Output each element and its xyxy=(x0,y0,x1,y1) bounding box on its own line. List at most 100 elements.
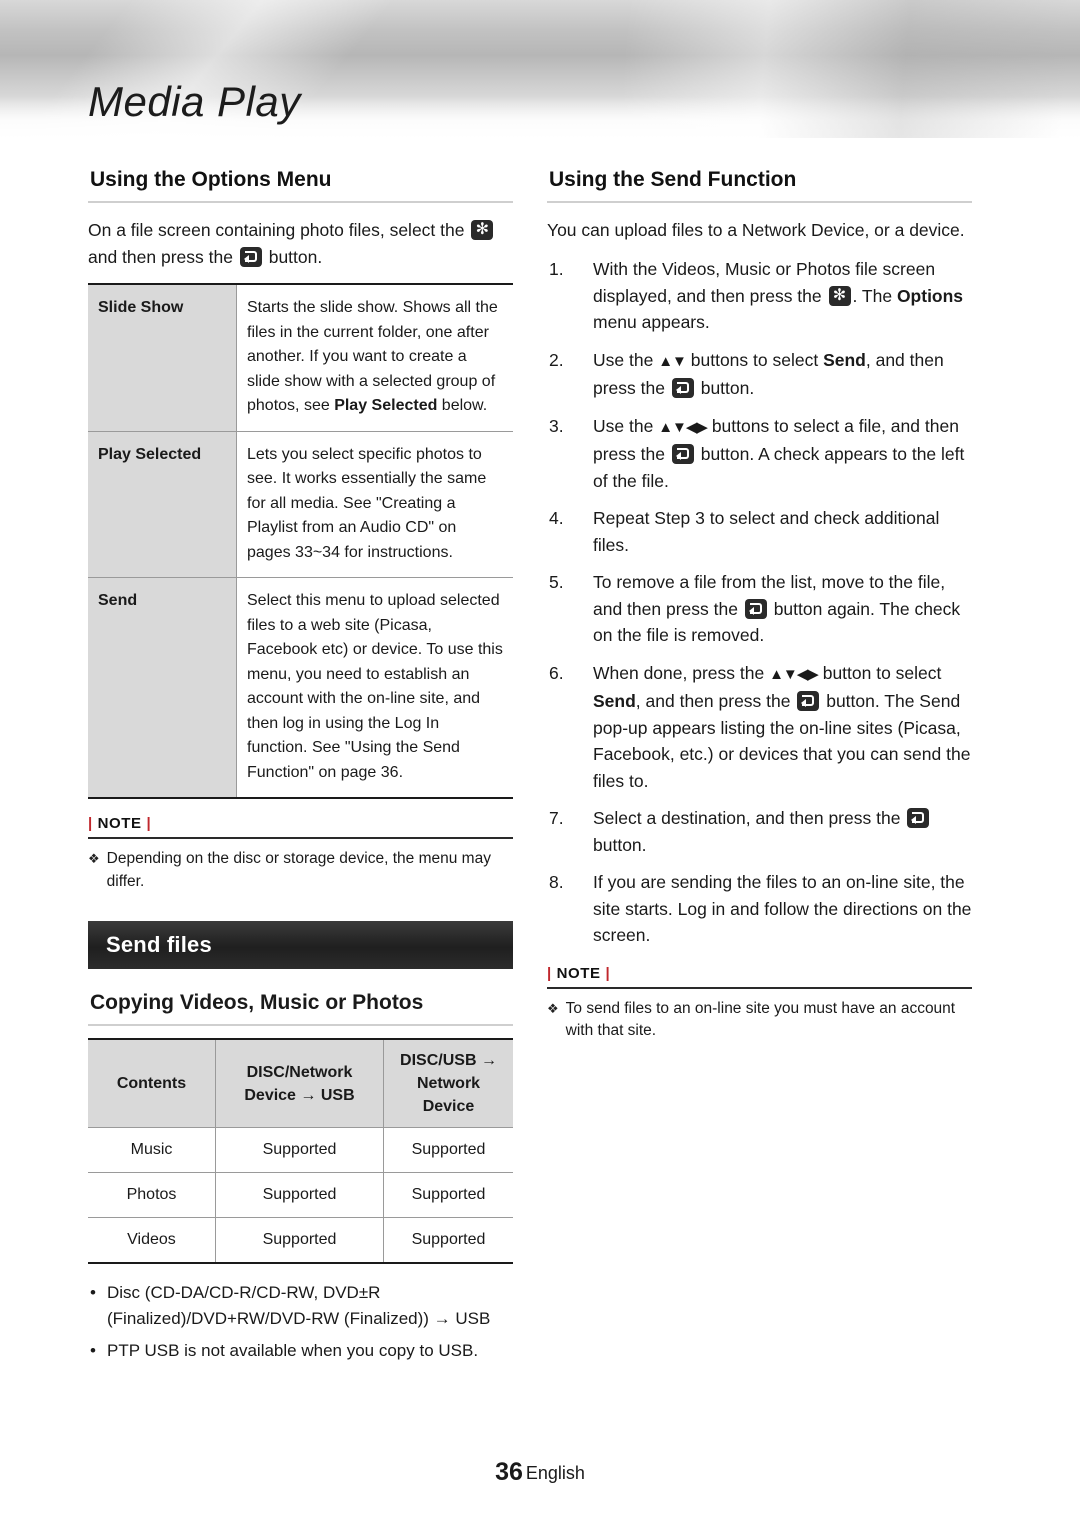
option-desc-slide-show: Starts the slide show. Shows all the fil… xyxy=(236,284,513,432)
table-row: Photos Supported Supported xyxy=(88,1172,513,1218)
options-menu-intro: On a file screen containing photo files,… xyxy=(88,217,513,271)
step-number: 8. xyxy=(549,872,564,892)
tools-button-icon xyxy=(471,219,494,241)
note-item: ❖ Depending on the disc or storage devic… xyxy=(88,848,513,893)
step-2-text-d: button. xyxy=(695,378,755,398)
option-desc-play-selected: Lets you select specific photos to see. … xyxy=(236,431,513,578)
section-title-copying: Copying Videos, Music or Photos xyxy=(88,991,513,1026)
list-item: 1. With the Videos, Music or Photos file… xyxy=(547,256,972,336)
list-item: Disc (CD-DA/CD-R/CD-RW, DVD±R (Finalized… xyxy=(88,1280,513,1332)
header-contents: Contents xyxy=(88,1039,216,1128)
cell-photos-to-network: Supported xyxy=(383,1172,513,1218)
cell-music-to-network: Supported xyxy=(383,1127,513,1173)
chapter-title: Media Play xyxy=(88,78,301,125)
cell-photos-label: Photos xyxy=(88,1172,216,1218)
header-contents-line1: Contents xyxy=(116,1075,187,1092)
note-heading: | NOTE | xyxy=(88,815,513,839)
header-disc-network-to-usb: DISC/Network Device → USB xyxy=(215,1039,384,1128)
header-col2-line1: DISC/Network xyxy=(246,1063,353,1081)
table-row: Videos Supported Supported xyxy=(88,1217,513,1263)
step-number: 7. xyxy=(549,808,564,828)
updown-arrows-icon: ▲▼ xyxy=(658,352,687,370)
note-label: NOTE xyxy=(97,815,142,832)
table-row: Play Selected Lets you select specific p… xyxy=(88,431,513,578)
list-item: 5. To remove a file from the list, move … xyxy=(547,569,972,649)
step-number: 4. xyxy=(549,508,564,528)
page-header-band: Media Play xyxy=(0,0,1080,138)
step-3-text-a: Use the xyxy=(593,415,659,436)
step-number: 1. xyxy=(549,259,564,279)
enter-button-icon xyxy=(671,378,694,398)
send-files-banner: Send files xyxy=(88,921,513,969)
step-2-text-b: buttons to select xyxy=(685,349,824,370)
copying-bullet-list: Disc (CD-DA/CD-R/CD-RW, DVD±R (Finalized… xyxy=(88,1280,513,1364)
note-block-left: | NOTE | ❖ Depending on the disc or stor… xyxy=(88,815,513,893)
option-name-play-selected: Play Selected xyxy=(88,431,237,578)
options-intro-part-a: On a file screen containing photo files,… xyxy=(88,220,465,240)
option-desc-send: Select this menu to upload selected file… xyxy=(236,577,513,798)
note-bar-left: | xyxy=(547,964,552,982)
list-item: 8. If you are sending the files to an on… xyxy=(547,869,972,949)
list-item: PTP USB is not available when you copy t… xyxy=(88,1338,513,1364)
step-7-text-a: Select a destination, and then press the xyxy=(593,808,906,828)
direction-arrows-icon: ▲▼◀▶ xyxy=(658,418,708,436)
list-item: 6. When done, press the ▲▼◀▶ button to s… xyxy=(547,660,972,795)
option-name-slide-show: Slide Show xyxy=(88,284,237,432)
step-number: 6. xyxy=(549,662,564,683)
enter-button-icon xyxy=(744,598,767,619)
section-title-send-function: Using the Send Function xyxy=(547,168,972,203)
step-2-text-a: Use the xyxy=(593,349,659,370)
direction-arrows-icon: ▲▼◀▶ xyxy=(769,665,819,683)
cell-videos-label: Videos xyxy=(88,1217,216,1263)
enter-button-icon xyxy=(797,691,820,711)
enter-button-icon xyxy=(239,247,262,267)
left-column: Using the Options Menu On a file screen … xyxy=(88,168,513,1370)
note-item: ❖ To send files to an on-line site you m… xyxy=(547,998,972,1043)
step-7-text-b: button. xyxy=(593,834,647,855)
step-1-bold-options: Options xyxy=(896,285,964,306)
table-row: Slide Show Starts the slide show. Shows … xyxy=(88,284,513,432)
step-4-text: Repeat Step 3 to select and check additi… xyxy=(593,508,940,555)
step-1-text-c: menu appears. xyxy=(593,312,710,332)
slide-show-desc-2-bold: Play Selected xyxy=(334,397,438,414)
step-6-text-a: When done, press the xyxy=(593,662,770,683)
step-6-bold-send: Send xyxy=(593,691,636,711)
step-8-text: If you are sending the files to an on-li… xyxy=(593,872,972,945)
step-1-text-b: . The xyxy=(852,285,897,306)
note-arrow-icon: ❖ xyxy=(547,1000,559,1016)
note-bar-right: | xyxy=(605,964,611,982)
enter-button-icon xyxy=(671,444,694,464)
list-item: 2. Use the ▲▼ buttons to select Send, an… xyxy=(547,347,972,402)
slide-show-desc-2-pre: see xyxy=(303,397,335,414)
section-title-options-menu: Using the Options Menu xyxy=(88,168,513,203)
step-number: 3. xyxy=(549,415,564,436)
send-function-steps: 1. With the Videos, Music or Photos file… xyxy=(547,256,972,949)
note-block-right: | NOTE | ❖ To send files to an on-line s… xyxy=(547,965,972,1043)
page-number: 36 xyxy=(495,1458,523,1486)
options-intro-part-c: button. xyxy=(268,247,323,267)
tools-button-icon xyxy=(828,285,851,307)
note-bar-left: | xyxy=(88,815,93,832)
step-number: 5. xyxy=(549,572,564,592)
footer-language: English xyxy=(525,1463,585,1483)
header-disc-usb-to-network: DISC/USB → Network Device xyxy=(383,1039,513,1128)
cell-videos-to-network: Supported xyxy=(383,1217,513,1263)
list-item: 7. Select a destination, and then press … xyxy=(547,805,972,858)
send-function-intro: You can upload files to a Network Device… xyxy=(547,220,965,240)
header-col3-line1: DISC/USB → xyxy=(400,1052,497,1069)
cell-music-label: Music xyxy=(88,1127,216,1173)
option-name-send: Send xyxy=(88,577,237,798)
right-column: Using the Send Function You can upload f… xyxy=(547,168,972,1043)
options-intro-part-b: and then press the xyxy=(88,247,233,267)
send-desc-1: Select this menu to upload selected file… xyxy=(247,592,503,756)
note-arrow-icon: ❖ xyxy=(88,851,100,866)
table-row: Send Select this menu to upload selected… xyxy=(88,577,513,798)
cell-music-disc-to-usb: Supported xyxy=(215,1127,384,1173)
table-header-row: Contents DISC/Network Device → USB DISC/… xyxy=(88,1039,513,1128)
page-footer: 36 English xyxy=(0,1458,1080,1487)
step-2-bold-send: Send xyxy=(823,349,866,370)
note-item-text: Depending on the disc or storage device,… xyxy=(106,850,491,890)
header-col2-line2: Device → USB xyxy=(244,1086,355,1104)
list-item: 4. Repeat Step 3 to select and check add… xyxy=(547,505,972,558)
cell-photos-disc-to-usb: Supported xyxy=(215,1172,384,1218)
